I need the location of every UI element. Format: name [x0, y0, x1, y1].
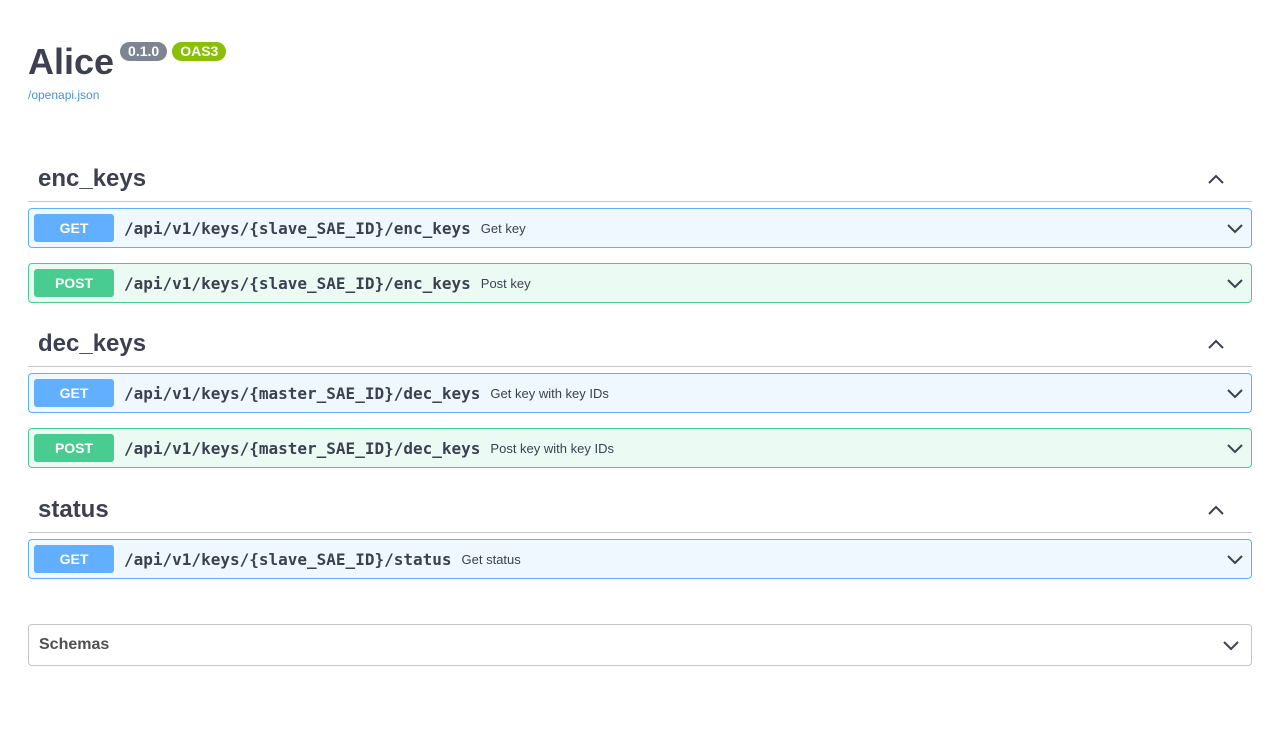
- operation-summary: Get status: [461, 551, 521, 567]
- section-header-status[interactable]: status: [28, 488, 1252, 533]
- section-header-dec-keys[interactable]: dec_keys: [28, 322, 1252, 367]
- method-badge: POST: [34, 434, 114, 462]
- section-title: enc_keys: [38, 165, 147, 192]
- chevron-down-icon[interactable]: [1225, 550, 1245, 570]
- method-badge: POST: [34, 269, 114, 297]
- method-badge: GET: [34, 545, 114, 573]
- section-header-enc-keys[interactable]: enc_keys: [28, 157, 1252, 202]
- method-badge: GET: [34, 379, 114, 407]
- schemas-section[interactable]: Schemas: [28, 624, 1252, 666]
- version-badge: 0.1.0: [120, 42, 168, 61]
- operation-get-status[interactable]: GET /api/v1/keys/{slave_SAE_ID}/status G…: [28, 539, 1252, 579]
- chevron-up-icon[interactable]: [1206, 334, 1226, 354]
- chevron-down-icon[interactable]: [1221, 636, 1241, 656]
- chevron-up-icon[interactable]: [1206, 169, 1226, 189]
- title-row: Alice 0.1.0 OAS3: [28, 38, 227, 86]
- chevron-down-icon[interactable]: [1225, 274, 1245, 294]
- operation-summary: Post key: [480, 275, 531, 291]
- section-title: dec_keys: [38, 330, 147, 357]
- operation-summary: Post key with key IDs: [490, 440, 614, 456]
- operation-path: /api/v1/keys/{master_SAE_ID}/dec_keys: [124, 383, 481, 403]
- operation-path: /api/v1/keys/{master_SAE_ID}/dec_keys: [124, 438, 481, 458]
- api-title: Alice: [28, 41, 115, 82]
- operation-summary: Get key: [480, 220, 526, 236]
- operation-post-enc-keys[interactable]: POST /api/v1/keys/{slave_SAE_ID}/enc_key…: [28, 263, 1252, 303]
- method-badge: GET: [34, 214, 114, 242]
- chevron-up-icon[interactable]: [1206, 500, 1226, 520]
- operation-get-enc-keys[interactable]: GET /api/v1/keys/{slave_SAE_ID}/enc_keys…: [28, 208, 1252, 248]
- operation-get-dec-keys[interactable]: GET /api/v1/keys/{master_SAE_ID}/dec_key…: [28, 373, 1252, 413]
- chevron-down-icon[interactable]: [1225, 439, 1245, 459]
- operation-post-dec-keys[interactable]: POST /api/v1/keys/{master_SAE_ID}/dec_ke…: [28, 428, 1252, 468]
- api-info: Alice 0.1.0 OAS3 /openapi.json: [28, 38, 227, 102]
- section-title: status: [38, 496, 109, 523]
- schemas-title: Schemas: [39, 636, 110, 653]
- operation-path: /api/v1/keys/{slave_SAE_ID}/enc_keys: [124, 218, 471, 238]
- chevron-down-icon[interactable]: [1225, 219, 1245, 239]
- chevron-down-icon[interactable]: [1225, 384, 1245, 404]
- openapi-json-link[interactable]: /openapi.json: [28, 88, 226, 102]
- oas-badge: OAS3: [172, 42, 227, 61]
- operation-path: /api/v1/keys/{slave_SAE_ID}/enc_keys: [124, 273, 471, 293]
- operation-summary: Get key with key IDs: [490, 385, 609, 401]
- operation-path: /api/v1/keys/{slave_SAE_ID}/status: [124, 549, 452, 569]
